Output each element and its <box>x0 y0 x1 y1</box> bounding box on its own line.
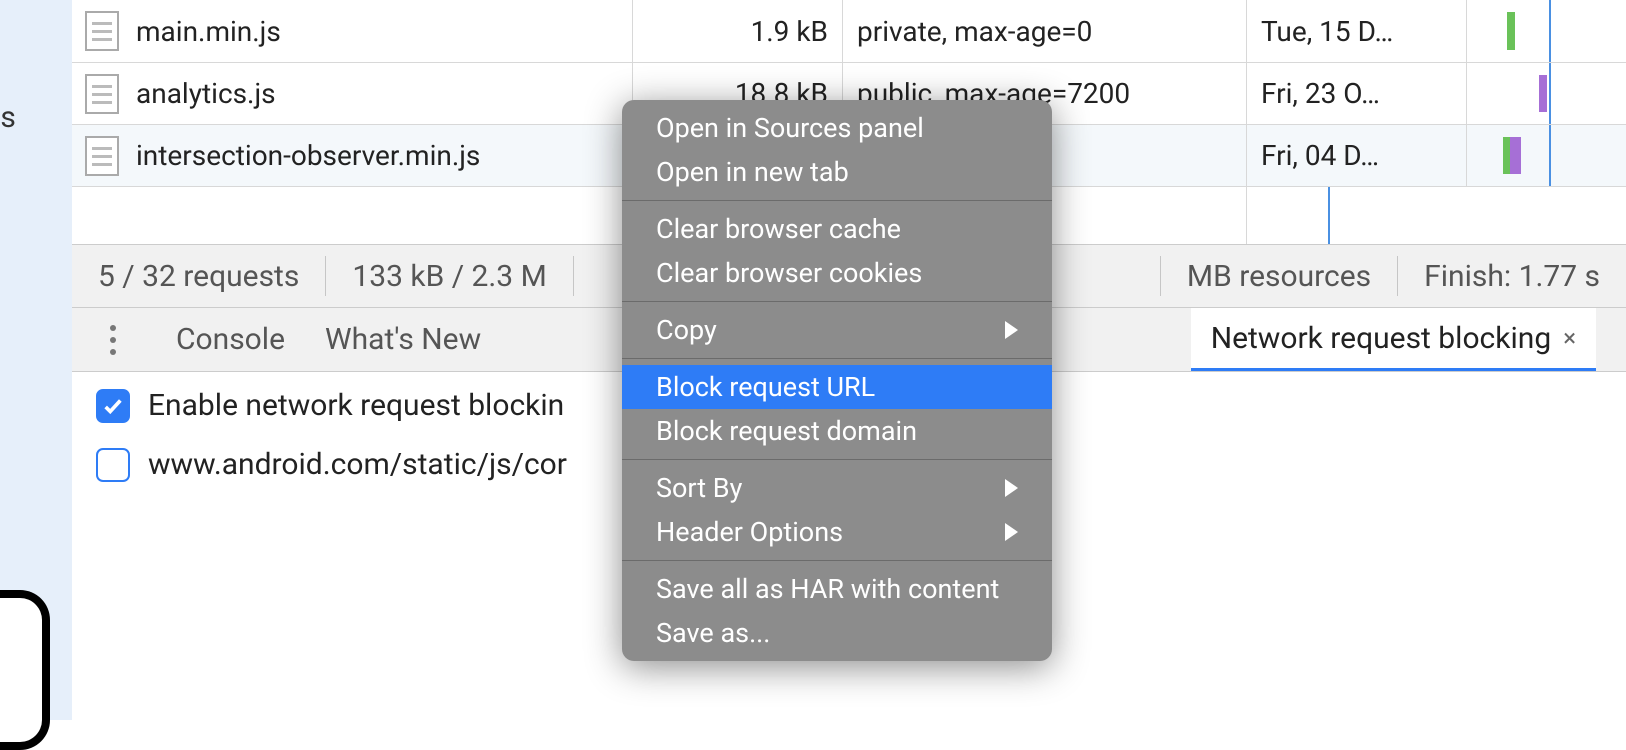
enable-blocking-label: Enable network request blockin <box>148 388 564 423</box>
table-row[interactable]: main.min.js 1.9 kB private, max-age=0 Tu… <box>72 0 1626 62</box>
menu-save-as[interactable]: Save as... <box>622 611 1052 655</box>
more-tabs-icon[interactable] <box>90 325 136 355</box>
menu-clear-cache[interactable]: Clear browser cache <box>622 207 1052 251</box>
file-icon <box>72 74 132 114</box>
waterfall-bar <box>1503 137 1521 174</box>
submenu-arrow-icon <box>1005 523 1018 541</box>
left-sidebar-slice: /s <box>0 0 72 720</box>
request-name: analytics.js <box>132 77 632 110</box>
waterfall-cell <box>1466 0 1626 62</box>
tab-console[interactable]: Console <box>156 308 305 371</box>
submenu-arrow-icon <box>1005 321 1018 339</box>
waterfall-bar <box>1507 12 1515 50</box>
check-icon <box>102 395 124 417</box>
waterfall-marker <box>1549 125 1551 186</box>
enable-blocking-checkbox[interactable] <box>96 389 130 423</box>
pattern-checkbox[interactable] <box>96 448 130 482</box>
waterfall-marker <box>1328 187 1330 244</box>
waterfall-cell <box>1466 125 1626 186</box>
pattern-text: www.android.com/static/js/cor <box>148 447 567 482</box>
menu-sort-by[interactable]: Sort By <box>622 466 1052 510</box>
request-name: main.min.js <box>132 15 632 48</box>
status-resources: MB resources <box>1160 256 1398 296</box>
tab-whats-new[interactable]: What's New <box>305 308 501 371</box>
menu-open-new-tab[interactable]: Open in new tab <box>622 150 1052 194</box>
menu-copy[interactable]: Copy <box>622 308 1052 352</box>
waterfall-bar <box>1539 75 1547 112</box>
request-time: Fri, 23 O… <box>1246 63 1466 124</box>
waterfall-cell <box>1466 63 1626 124</box>
status-transferred: 133 kB / 2.3 M <box>326 256 573 296</box>
status-finish: Finish: 1.77 s <box>1398 256 1626 296</box>
request-name: intersection-observer.min.js <box>132 139 632 172</box>
request-time: Fri, 04 D… <box>1246 125 1466 186</box>
tab-network-request-blocking[interactable]: Network request blocking × <box>1191 308 1596 371</box>
menu-block-url[interactable]: Block request URL <box>622 365 1052 409</box>
close-tab-icon[interactable]: × <box>1563 324 1576 352</box>
menu-open-sources[interactable]: Open in Sources panel <box>622 106 1052 150</box>
context-menu: Open in Sources panel Open in new tab Cl… <box>622 100 1052 661</box>
device-frame-corner <box>0 590 50 750</box>
waterfall-marker <box>1549 0 1551 62</box>
status-requests: 5 / 32 requests <box>72 256 326 296</box>
request-time: Tue, 15 D… <box>1246 0 1466 62</box>
left-edge-text: /s <box>0 100 16 135</box>
menu-block-domain[interactable]: Block request domain <box>622 409 1052 453</box>
menu-save-har[interactable]: Save all as HAR with content <box>622 567 1052 611</box>
waterfall-marker <box>1549 63 1551 124</box>
file-icon <box>72 11 132 51</box>
request-cache: private, max-age=0 <box>842 0 1246 62</box>
tab-label: Network request blocking <box>1211 321 1552 356</box>
menu-header-options[interactable]: Header Options <box>622 510 1052 554</box>
menu-clear-cookies[interactable]: Clear browser cookies <box>622 251 1052 295</box>
request-size: 1.9 kB <box>632 0 842 62</box>
file-icon <box>72 136 132 176</box>
submenu-arrow-icon <box>1005 479 1018 497</box>
